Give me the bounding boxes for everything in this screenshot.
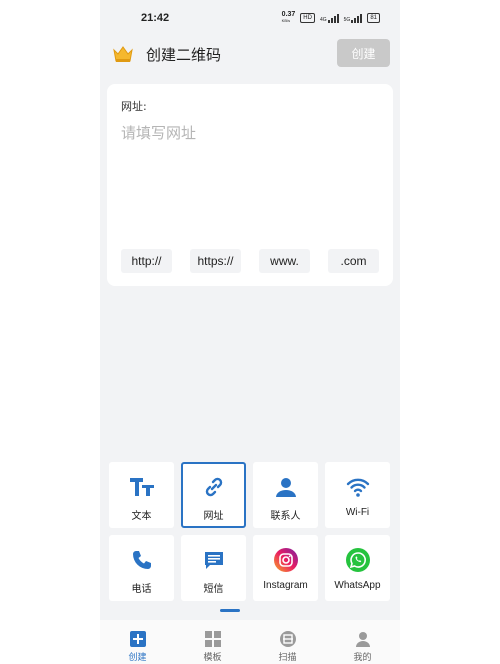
text-icon xyxy=(129,474,155,500)
wifi-icon xyxy=(345,474,371,500)
url-input[interactable] xyxy=(121,120,379,146)
type-instagram[interactable]: Instagram xyxy=(253,535,318,601)
status-time: 21:42 xyxy=(141,12,170,24)
type-contact[interactable]: 联系人 xyxy=(253,462,318,528)
type-label: 电话 xyxy=(131,584,152,595)
insert-https-button[interactable]: https:// xyxy=(190,249,241,273)
person-icon xyxy=(273,474,299,500)
type-wifi[interactable]: Wi-Fi xyxy=(325,462,390,528)
message-icon xyxy=(201,547,227,573)
type-label: 文本 xyxy=(131,511,152,522)
link-icon xyxy=(201,474,227,500)
type-label: 网址 xyxy=(203,511,224,522)
profile-icon xyxy=(355,632,370,647)
page-title: 创建二维码 xyxy=(146,46,222,64)
type-url[interactable]: 网址 xyxy=(181,462,246,528)
nav-label: 扫描 xyxy=(278,653,297,663)
scan-icon xyxy=(279,631,296,647)
type-label: 联系人 xyxy=(270,511,301,522)
status-bar: 21:42 0.37 KB/s HD 4G 5G 81 xyxy=(100,0,400,34)
qr-type-grid: 文本 网址 联系人 Wi-Fi 电话 短信 Instagram WhatsApp xyxy=(109,462,391,601)
type-label: Instagram xyxy=(263,580,308,591)
url-input-card: 网址: http:// https:// www. .com xyxy=(107,84,393,286)
crown-icon[interactable] xyxy=(112,44,134,64)
type-text[interactable]: 文本 xyxy=(109,462,174,528)
type-whatsapp[interactable]: WhatsApp xyxy=(325,535,390,601)
battery-icon: 81 xyxy=(367,13,380,23)
hd-badge: HD xyxy=(300,13,315,23)
insert-http-button[interactable]: http:// xyxy=(121,249,172,273)
app-header: 创建二维码 创建 xyxy=(100,38,400,72)
signal-4g-icon: 4G xyxy=(320,13,339,23)
plus-icon xyxy=(129,631,146,647)
nav-label: 创建 xyxy=(128,653,147,663)
type-sms[interactable]: 短信 xyxy=(181,535,246,601)
phone-screen: 21:42 0.37 KB/s HD 4G 5G 81 创建二维码 创建 网址:… xyxy=(100,0,400,664)
status-icons: 0.37 KB/s HD 4G 5G 81 xyxy=(281,11,380,24)
url-label: 网址: xyxy=(121,100,147,113)
signal-5g-icon: 5G xyxy=(344,13,363,23)
insert-www-button[interactable]: www. xyxy=(259,249,310,273)
nav-label: 模板 xyxy=(203,653,222,663)
network-speed: 0.37 KB/s xyxy=(281,11,296,23)
grid-icon xyxy=(204,631,221,647)
nav-item-create[interactable]: 创建 xyxy=(100,620,175,664)
type-label: Wi-Fi xyxy=(345,507,370,518)
nav-item-templates[interactable]: 模板 xyxy=(175,620,250,664)
bottom-nav: 创建 模板 扫描 我的 xyxy=(100,620,400,664)
quick-insert-row: http:// https:// www. .com xyxy=(121,249,379,273)
whatsapp-icon xyxy=(345,547,371,573)
type-label: 短信 xyxy=(203,584,224,595)
insert-com-button[interactable]: .com xyxy=(328,249,379,273)
instagram-icon xyxy=(273,547,299,573)
page-indicator xyxy=(220,609,240,612)
create-button[interactable]: 创建 xyxy=(337,39,390,67)
phone-icon xyxy=(129,547,155,573)
nav-label: 我的 xyxy=(353,653,372,663)
type-phone[interactable]: 电话 xyxy=(109,535,174,601)
type-label: WhatsApp xyxy=(334,580,381,591)
nav-item-scan[interactable]: 扫描 xyxy=(250,620,325,664)
nav-item-profile[interactable]: 我的 xyxy=(325,620,400,664)
